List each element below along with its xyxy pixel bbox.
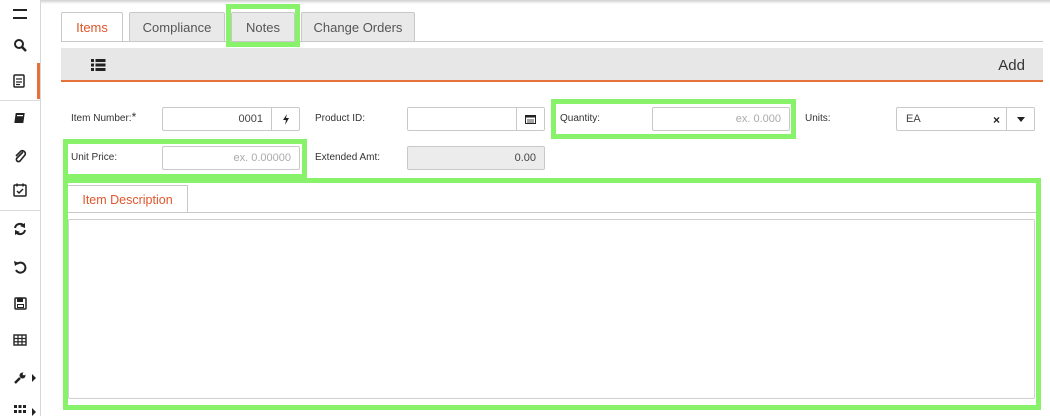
item-number-field[interactable]: 0001: [162, 107, 300, 131]
undo-icon[interactable]: [0, 252, 40, 282]
unit-price-label: Unit Price:: [71, 152, 118, 163]
tab-compliance[interactable]: Compliance: [129, 12, 225, 41]
units-value: EA: [906, 113, 921, 125]
add-button[interactable]: Add: [998, 57, 1025, 74]
tab-item-description[interactable]: Item Description: [67, 185, 188, 213]
refresh-icon[interactable]: [0, 214, 40, 244]
extended-amt-field: 0.00: [407, 146, 545, 170]
tab-bar-border: [61, 41, 1043, 42]
units-select[interactable]: EA ×: [896, 107, 1035, 131]
quantity-input[interactable]: ex. 0.000: [652, 107, 790, 131]
wrench-submenu-caret-icon[interactable]: [32, 374, 36, 382]
product-id-field[interactable]: [407, 107, 545, 131]
chevron-down-icon[interactable]: [1006, 108, 1034, 130]
list-icon[interactable]: [91, 58, 106, 76]
tab-items[interactable]: Items: [61, 12, 123, 42]
required-mark: *: [131, 110, 137, 124]
app: Items Compliance Notes Change Orders Add…: [0, 0, 1050, 416]
item-number-label-text: Item Number:: [71, 113, 132, 124]
tab-notes[interactable]: Notes: [231, 12, 295, 41]
grid-submenu-caret-icon[interactable]: [32, 408, 36, 416]
item-number-label: Item Number:*: [71, 110, 137, 127]
main-content: Items Compliance Notes Change Orders Add…: [41, 0, 1050, 416]
item-description-textarea[interactable]: [68, 219, 1035, 399]
unit-price-input[interactable]: ex. 0.00000: [162, 146, 300, 170]
quantity-label: Quantity:: [560, 113, 601, 124]
lightning-icon[interactable]: [271, 108, 299, 130]
item-number-value: 0001: [238, 113, 263, 125]
sidebar-divider: [0, 210, 40, 211]
menu-icon[interactable]: [0, 0, 40, 28]
table-icon[interactable]: [0, 325, 40, 355]
calendar-check-icon[interactable]: [0, 175, 40, 205]
clear-icon[interactable]: ×: [993, 113, 1000, 127]
top-shadow: [41, 0, 1050, 4]
description-tab-border: [67, 212, 1037, 213]
extended-amt-label: Extended Amt:: [315, 152, 381, 163]
toolbar: Add: [61, 48, 1043, 82]
sidebar-divider: [0, 100, 40, 101]
sidebar: [0, 0, 41, 416]
lookup-icon[interactable]: [516, 108, 544, 130]
units-label: Units:: [805, 113, 831, 124]
tab-change-orders[interactable]: Change Orders: [301, 12, 415, 41]
paperclip-icon[interactable]: [0, 141, 40, 171]
book-icon[interactable]: [0, 103, 40, 133]
document-icon[interactable]: [0, 63, 40, 99]
product-id-label: Product ID:: [315, 113, 366, 124]
save-icon[interactable]: [0, 288, 40, 318]
search-icon[interactable]: [0, 30, 40, 60]
